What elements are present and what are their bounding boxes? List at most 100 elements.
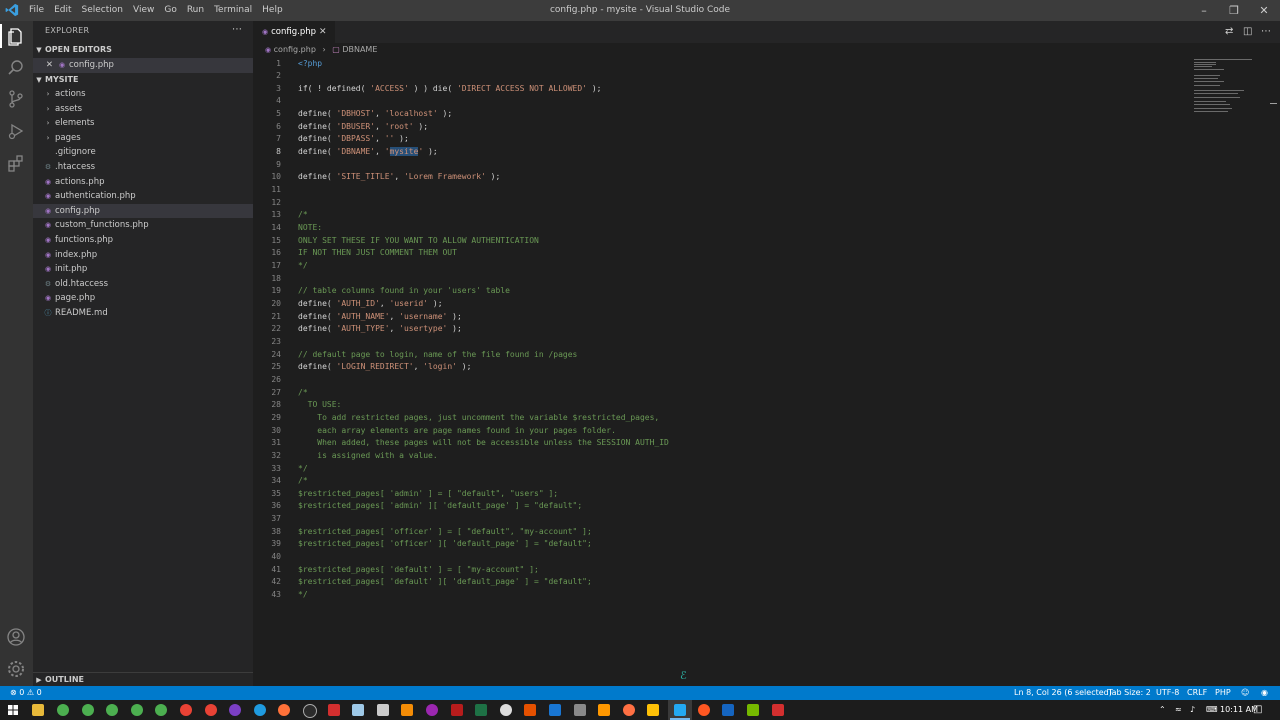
- chrome-icon[interactable]: [82, 704, 94, 716]
- code-line[interactable]: [298, 374, 669, 387]
- code-line[interactable]: [298, 197, 669, 210]
- tree-item-elements[interactable]: › elements: [33, 116, 263, 131]
- app-icon[interactable]: [229, 704, 241, 716]
- code-line[interactable]: define( 'DBPASS', '' );: [298, 133, 669, 146]
- tab-size[interactable]: Tab Size: 2: [1108, 686, 1151, 700]
- tree-item-htaccess[interactable]: ⚙ .htaccess: [33, 160, 263, 175]
- code-line[interactable]: $restricted_pages[ 'default' ] = [ "my-a…: [298, 564, 669, 577]
- notepad-icon[interactable]: [352, 704, 364, 716]
- volume-icon[interactable]: ♪: [1190, 700, 1195, 720]
- minimap[interactable]: [1194, 57, 1270, 127]
- tab-config-php[interactable]: ◉ config.php ✕: [253, 21, 335, 43]
- explorer-icon[interactable]: [6, 26, 26, 46]
- cursor-position[interactable]: Ln 8, Col 26 (6 selected): [1014, 686, 1112, 700]
- code-line[interactable]: $restricted_pages[ 'admin' ] = [ "defaul…: [298, 488, 669, 501]
- tree-item-gitignore[interactable]: .gitignore: [33, 145, 263, 160]
- code-line[interactable]: define( 'DBUSER', 'root' );: [298, 121, 669, 134]
- more-actions-icon[interactable]: ⋯: [232, 24, 242, 35]
- code-line[interactable]: [298, 513, 669, 526]
- code-line[interactable]: $restricted_pages[ 'officer' ][ 'default…: [298, 538, 669, 551]
- chrome-icon[interactable]: [131, 704, 143, 716]
- problems-indicator[interactable]: ⊗ 0 ⚠ 0: [10, 686, 42, 700]
- code-line[interactable]: IF NOT THEN JUST COMMENT THEM OUT: [298, 247, 669, 260]
- app-icon[interactable]: [524, 704, 536, 716]
- feedback-icon[interactable]: ☺: [1241, 686, 1249, 700]
- open-changes-icon[interactable]: ⇄: [1225, 21, 1233, 43]
- close-window-icon[interactable]: ✕: [1249, 0, 1279, 21]
- edge-icon[interactable]: [254, 704, 266, 716]
- restore-icon[interactable]: ❐: [1219, 0, 1249, 21]
- tree-item-actions-php[interactable]: ◉ actions.php: [33, 175, 263, 190]
- code-line[interactable]: define( 'AUTH_ID', 'userid' );: [298, 298, 669, 311]
- tree-item-assets[interactable]: › assets: [33, 102, 263, 117]
- breadcrumb-symbol[interactable]: DBNAME: [342, 45, 377, 54]
- breadcrumb-file[interactable]: config.php: [274, 45, 316, 54]
- app-icon[interactable]: [722, 704, 734, 716]
- app-icon[interactable]: [698, 704, 710, 716]
- tree-item-readme[interactable]: ⓘ README.md: [33, 306, 263, 321]
- code-line[interactable]: <?php: [298, 58, 669, 71]
- app-icon[interactable]: [647, 704, 659, 716]
- code-line[interactable]: When added, these pages will not be acce…: [298, 437, 669, 450]
- chrome-icon[interactable]: [106, 704, 118, 716]
- tree-item-authentication-php[interactable]: ◉ authentication.php: [33, 189, 263, 204]
- tree-item-actions[interactable]: › actions: [33, 87, 263, 102]
- code-line[interactable]: /*: [298, 475, 669, 488]
- line-ending[interactable]: CRLF: [1187, 686, 1207, 700]
- editor-more-icon[interactable]: ⋯: [1261, 21, 1271, 43]
- code-line[interactable]: */: [298, 463, 669, 476]
- code-line[interactable]: define( 'DBNAME', 'mysite' );: [298, 146, 669, 159]
- tree-item-init-php[interactable]: ◉ init.php: [33, 262, 263, 277]
- app-icon[interactable]: [623, 704, 635, 716]
- tree-item-config-php[interactable]: ◉ config.php: [33, 203, 253, 219]
- windows-start-icon[interactable]: [8, 705, 18, 715]
- code-line[interactable]: // default page to login, name of the fi…: [298, 349, 669, 362]
- code-line[interactable]: [298, 184, 669, 197]
- run-debug-icon[interactable]: [6, 121, 26, 141]
- code-line[interactable]: [298, 273, 669, 286]
- notifications-icon[interactable]: ◉: [1261, 686, 1268, 700]
- firefox-icon[interactable]: [278, 704, 290, 716]
- vscode-task-icon[interactable]: [674, 704, 686, 716]
- source-control-icon[interactable]: [6, 89, 26, 109]
- chrome-icon[interactable]: [155, 704, 167, 716]
- code-line[interactable]: define( 'LOGIN_REDIRECT', 'login' );: [298, 361, 669, 374]
- chrome-icon[interactable]: [205, 704, 217, 716]
- encoding[interactable]: UTF-8: [1156, 686, 1179, 700]
- app-icon[interactable]: [549, 704, 561, 716]
- app-icon[interactable]: [574, 704, 586, 716]
- excel-icon[interactable]: [475, 704, 487, 716]
- split-editor-icon[interactable]: ◫: [1243, 21, 1252, 43]
- code-line[interactable]: [298, 95, 669, 108]
- code-line[interactable]: */: [298, 260, 669, 273]
- close-tab-icon[interactable]: ✕: [319, 21, 327, 43]
- filezilla-icon[interactable]: [328, 704, 340, 716]
- code-line[interactable]: if( ! defined( 'ACCESS' ) ) die( 'DIRECT…: [298, 83, 669, 96]
- code-line[interactable]: $restricted_pages[ 'admin' ][ 'default_p…: [298, 500, 669, 513]
- code-line[interactable]: define( 'AUTH_NAME', 'username' );: [298, 311, 669, 324]
- code-line[interactable]: define( 'DBHOST', 'localhost' );: [298, 108, 669, 121]
- code-line[interactable]: To add restricted pages, just uncomment …: [298, 412, 669, 425]
- app-icon[interactable]: [426, 704, 438, 716]
- settings-gear-icon[interactable]: [6, 659, 26, 679]
- folder-header[interactable]: ▼ MYSITE: [33, 73, 253, 87]
- obs-icon[interactable]: [500, 704, 512, 716]
- code-line[interactable]: [298, 551, 669, 564]
- search-icon[interactable]: [6, 58, 26, 78]
- app-icon[interactable]: [772, 704, 784, 716]
- tree-item-pages[interactable]: › pages: [33, 131, 263, 146]
- code-line[interactable]: is assigned with a value.: [298, 450, 669, 463]
- language-mode[interactable]: PHP: [1215, 686, 1231, 700]
- code-line[interactable]: /*: [298, 387, 669, 400]
- tray-chevron-up-icon[interactable]: ⌃: [1159, 700, 1166, 720]
- app-icon[interactable]: [747, 704, 759, 716]
- code-editor[interactable]: <?php if( ! defined( 'ACCESS' ) ) die( '…: [298, 58, 669, 602]
- extensions-icon[interactable]: [6, 153, 26, 173]
- app-icon[interactable]: [451, 704, 463, 716]
- code-line[interactable]: ONLY SET THESE IF YOU WANT TO ALLOW AUTH…: [298, 235, 669, 248]
- notification-center-icon[interactable]: □: [1253, 700, 1262, 720]
- tree-item-old-htaccess[interactable]: ⚙ old.htaccess: [33, 277, 263, 292]
- app-icon[interactable]: [598, 704, 610, 716]
- open-editors-header[interactable]: ▼ OPEN EDITORS: [33, 43, 253, 57]
- chrome-icon[interactable]: [57, 704, 69, 716]
